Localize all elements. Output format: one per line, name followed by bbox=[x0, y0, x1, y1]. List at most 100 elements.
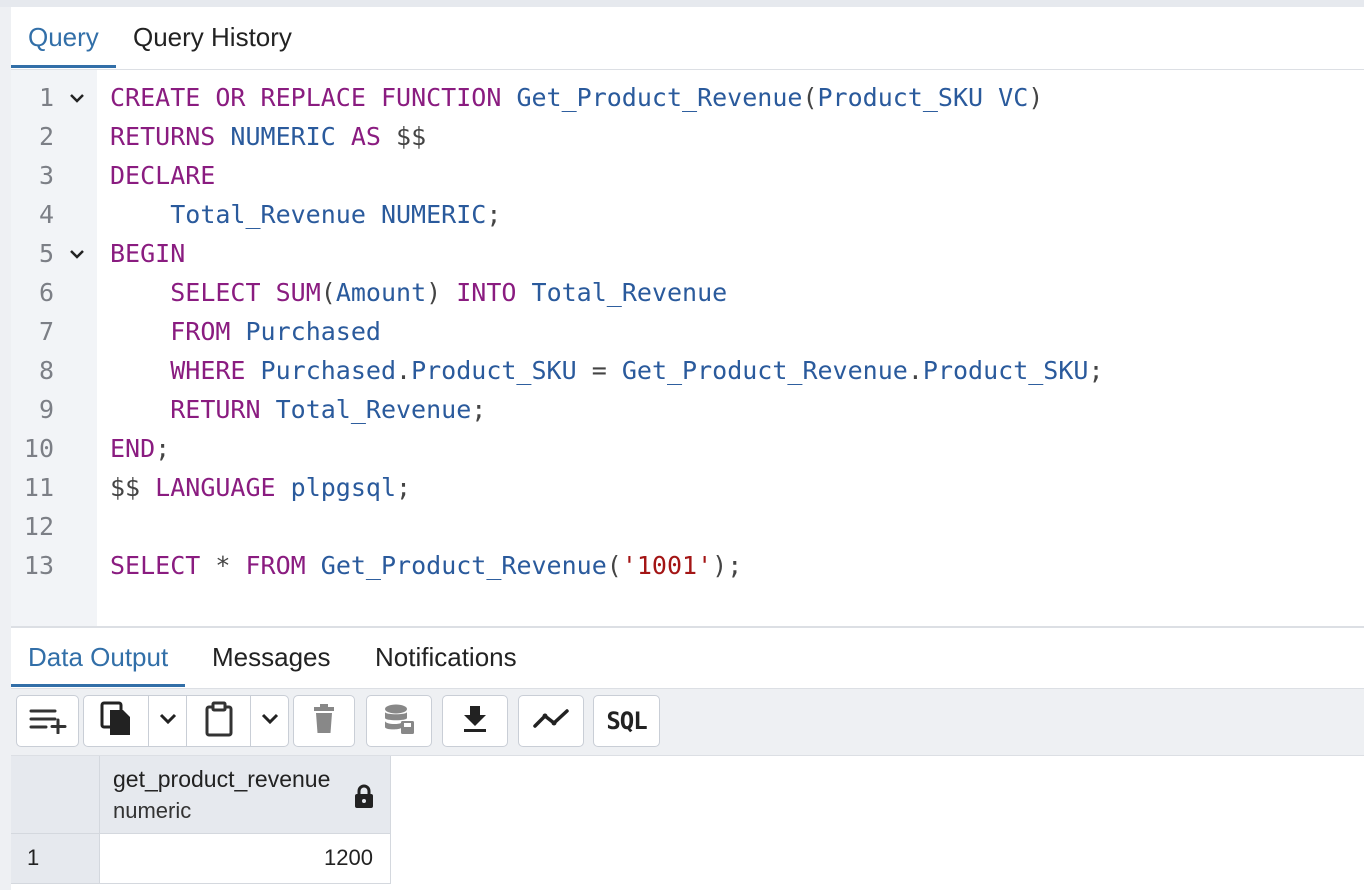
line-number: 11 bbox=[23, 473, 54, 502]
code-text: RETURN Total_Revenue; bbox=[110, 390, 486, 429]
code-token: $$ bbox=[396, 122, 427, 151]
lock-icon bbox=[353, 784, 375, 815]
code-token: NUMERIC bbox=[230, 122, 336, 151]
code-token: FROM bbox=[170, 317, 231, 346]
code-token: SELECT bbox=[170, 278, 261, 307]
table-cell[interactable]: 1200 bbox=[100, 834, 391, 884]
code-token: '1001' bbox=[621, 551, 713, 580]
code-line[interactable]: 2 RETURNS NUMERIC AS $$ bbox=[11, 117, 1364, 156]
code-text: BEGIN bbox=[110, 234, 185, 273]
code-token: . bbox=[907, 356, 923, 385]
paste-button[interactable] bbox=[186, 696, 251, 746]
code-text: END; bbox=[110, 429, 170, 468]
output-tab-bar: Data Output Messages Notifications bbox=[11, 628, 1364, 689]
chevron-down-icon bbox=[260, 712, 280, 731]
download-icon bbox=[461, 704, 489, 739]
fold-chevron-icon[interactable] bbox=[67, 234, 87, 273]
code-text: SELECT SUM(Amount) INTO Total_Revenue bbox=[110, 273, 727, 312]
graph-visualiser-button[interactable] bbox=[518, 695, 584, 747]
code-line[interactable]: 6 SELECT SUM(Amount) INTO Total_Revenue bbox=[11, 273, 1364, 312]
tab-notifications[interactable]: Notifications bbox=[358, 628, 534, 687]
code-token: NUMERIC bbox=[380, 200, 487, 229]
add-row-button[interactable] bbox=[16, 695, 79, 747]
code-token: ; bbox=[155, 434, 171, 463]
download-button[interactable] bbox=[442, 695, 508, 747]
code-token: CREATE bbox=[110, 83, 201, 112]
line-number: 5 bbox=[38, 239, 54, 268]
chevron-down-icon bbox=[158, 712, 178, 731]
tab-query-history[interactable]: Query History bbox=[116, 7, 309, 68]
code-token: Product_SKU bbox=[817, 83, 984, 112]
code-line[interactable]: 13 SELECT * FROM Get_Product_Revenue('100… bbox=[11, 546, 1364, 585]
code-token: Get_Product_Revenue bbox=[621, 356, 908, 385]
tab-query[interactable]: Query bbox=[11, 7, 116, 68]
code-line[interactable]: 11 $$ LANGUAGE plpgsql; bbox=[11, 468, 1364, 507]
line-number: 9 bbox=[38, 395, 54, 424]
code-token: . bbox=[396, 356, 412, 385]
top-strip bbox=[0, 0, 1364, 7]
code-token: * bbox=[215, 551, 231, 580]
code-token: VC bbox=[998, 83, 1029, 112]
code-line[interactable]: 9 RETURN Total_Revenue; bbox=[11, 390, 1364, 429]
line-number: 12 bbox=[23, 512, 54, 541]
sql-button[interactable]: SQL bbox=[593, 695, 660, 747]
add-row-icon bbox=[28, 704, 68, 739]
code-token: RETURN bbox=[170, 395, 261, 424]
code-line[interactable]: 8 WHERE Purchased.Product_SKU = Get_Prod… bbox=[11, 351, 1364, 390]
code-token: ; bbox=[1088, 356, 1104, 385]
code-token: REPLACE bbox=[260, 83, 366, 112]
column-header[interactable]: get_product_revenue numeric bbox=[100, 756, 391, 834]
tab-messages[interactable]: Messages bbox=[195, 628, 348, 687]
delete-button[interactable] bbox=[293, 695, 355, 747]
code-token: ) bbox=[426, 278, 442, 307]
code-token: ) bbox=[1028, 83, 1044, 112]
code-line[interactable]: 4 Total_Revenue NUMERIC; bbox=[11, 195, 1364, 234]
code-token: BEGIN bbox=[110, 239, 186, 268]
code-token: Total_Revenue bbox=[275, 395, 472, 424]
code-token: Total_Revenue bbox=[531, 278, 728, 307]
fold-chevron-icon[interactable] bbox=[67, 78, 87, 117]
save-data-button[interactable] bbox=[366, 695, 432, 747]
code-token: Get_Product_Revenue bbox=[320, 551, 607, 580]
row-number[interactable]: 1 bbox=[11, 834, 100, 884]
data-output-toolbar: SQL bbox=[11, 689, 1364, 756]
code-token: ( bbox=[802, 83, 818, 112]
sql-editor[interactable]: 1 CREATE OR REPLACE FUNCTION Get_Product_… bbox=[11, 70, 1364, 626]
copy-options-button[interactable] bbox=[148, 696, 187, 746]
code-token: Purchased bbox=[245, 317, 381, 346]
tab-data-output[interactable]: Data Output bbox=[11, 628, 186, 687]
code-line[interactable]: 1 CREATE OR REPLACE FUNCTION Get_Product_… bbox=[11, 78, 1364, 117]
code-token: ; bbox=[727, 551, 743, 580]
code-token: SUM bbox=[275, 278, 321, 307]
paste-options-button[interactable] bbox=[250, 696, 289, 746]
grid-corner[interactable] bbox=[11, 756, 100, 834]
code-line[interactable]: 7 FROM Purchased bbox=[11, 312, 1364, 351]
code-token: SELECT bbox=[110, 551, 201, 580]
line-number: 1 bbox=[38, 83, 54, 112]
code-token: ( bbox=[320, 278, 336, 307]
code-token: ; bbox=[396, 473, 412, 502]
code-line[interactable]: 10 END; bbox=[11, 429, 1364, 468]
code-line[interactable]: 3 DECLARE bbox=[11, 156, 1364, 195]
copy-button[interactable] bbox=[84, 696, 148, 746]
code-token: LANGUAGE bbox=[155, 473, 276, 502]
paste-icon bbox=[204, 701, 234, 742]
code-token: plpgsql bbox=[290, 473, 397, 502]
code-text: RETURNS NUMERIC AS $$ bbox=[110, 117, 426, 156]
code-line[interactable]: 12 bbox=[11, 507, 1364, 546]
code-line[interactable]: 5 BEGIN bbox=[11, 234, 1364, 273]
copy-icon bbox=[99, 700, 133, 743]
